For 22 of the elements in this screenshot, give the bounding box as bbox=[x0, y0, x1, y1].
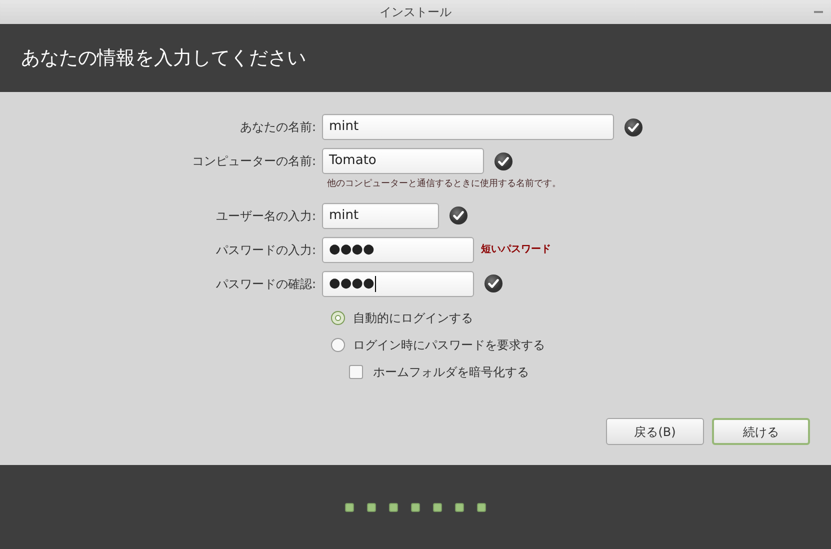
hint-text: 他のコンピューターと通信するときに使用する名前です。 bbox=[327, 178, 562, 191]
field-label: パスワードの入力: bbox=[214, 242, 317, 258]
input-field[interactable]: mint bbox=[322, 114, 614, 140]
input-field[interactable]: Tomato bbox=[322, 148, 484, 174]
input-field[interactable]: mint bbox=[322, 202, 439, 228]
input-field[interactable]: ●●●● bbox=[322, 270, 474, 296]
checkbox[interactable] bbox=[349, 365, 363, 379]
field-label: あなたの名前: bbox=[238, 119, 317, 136]
option-label: ログイン時にパスワードを要求する bbox=[353, 337, 545, 354]
warning-text: 短いパスワード bbox=[481, 242, 551, 257]
option-label: ホームフォルダを暗号化する bbox=[373, 364, 529, 381]
option-label: 自動的にログインする bbox=[353, 310, 473, 327]
radio-button[interactable] bbox=[331, 338, 345, 352]
field-label: コンピューターの名前: bbox=[190, 153, 317, 170]
field-label: パスワードの確認: bbox=[214, 276, 317, 292]
window-title: インストール bbox=[380, 4, 452, 21]
input-field[interactable]: ●●●● bbox=[322, 236, 474, 262]
field-label: ユーザー名の入力: bbox=[214, 208, 317, 224]
continue-button[interactable]: 続ける bbox=[712, 418, 810, 445]
radio-button[interactable] bbox=[331, 311, 345, 325]
page-heading: あなたの情報を入力してください bbox=[21, 46, 306, 71]
back-button[interactable]: 戻る(B) bbox=[606, 418, 704, 445]
